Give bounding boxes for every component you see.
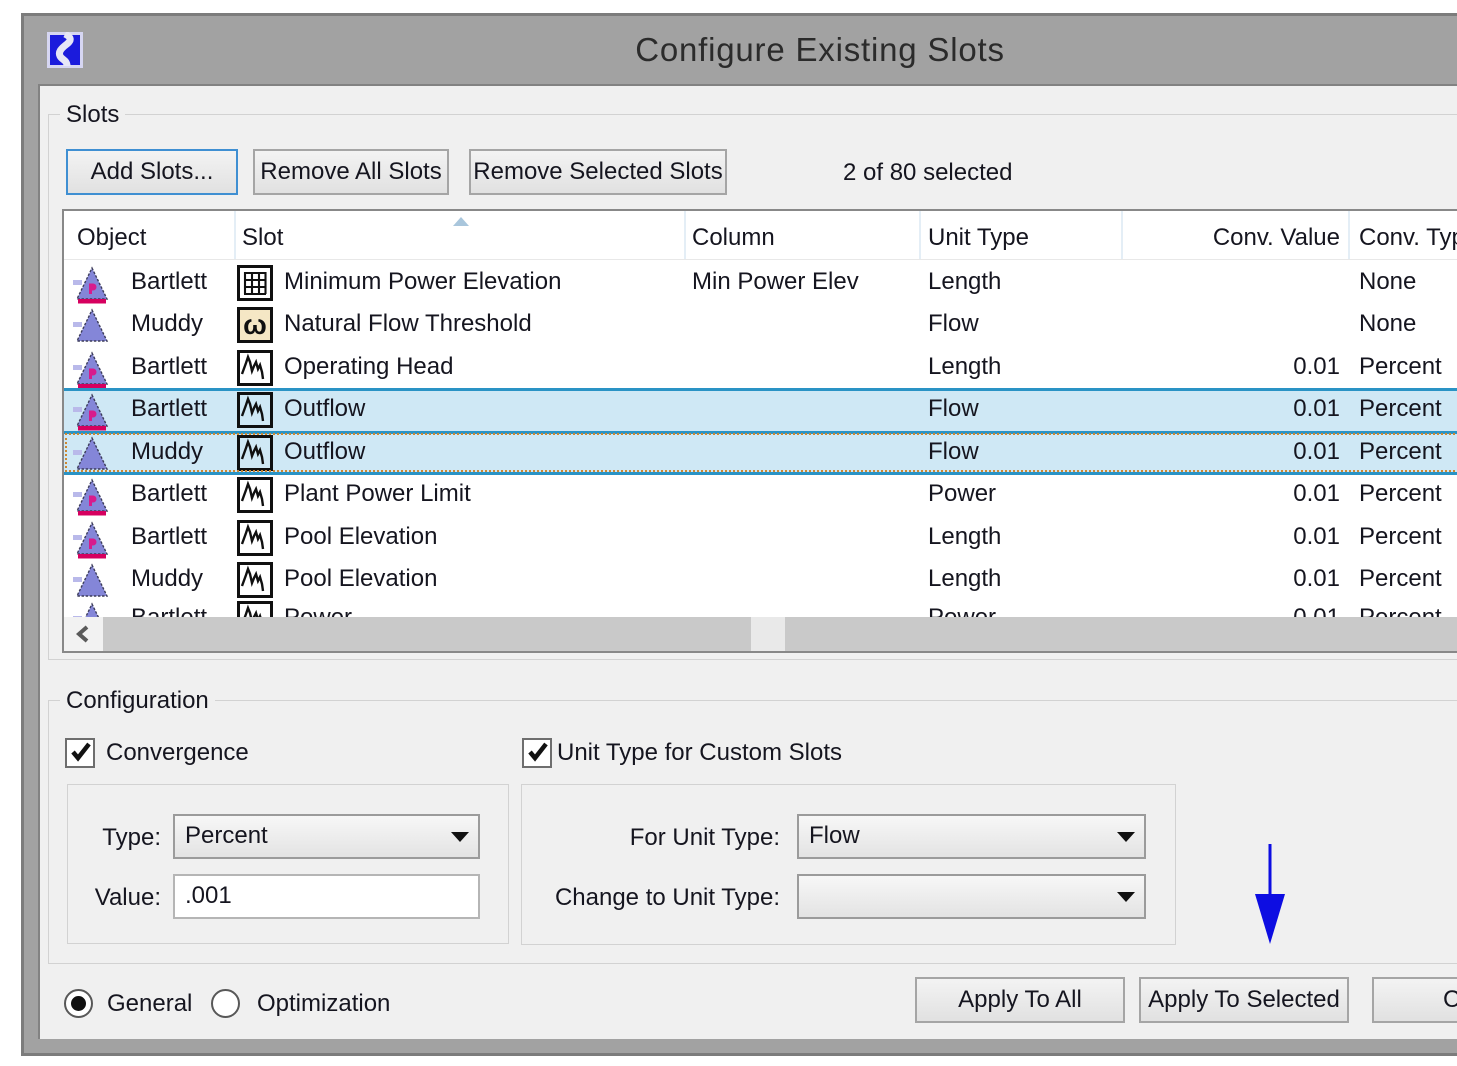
svg-text:ω: ω — [243, 309, 267, 340]
